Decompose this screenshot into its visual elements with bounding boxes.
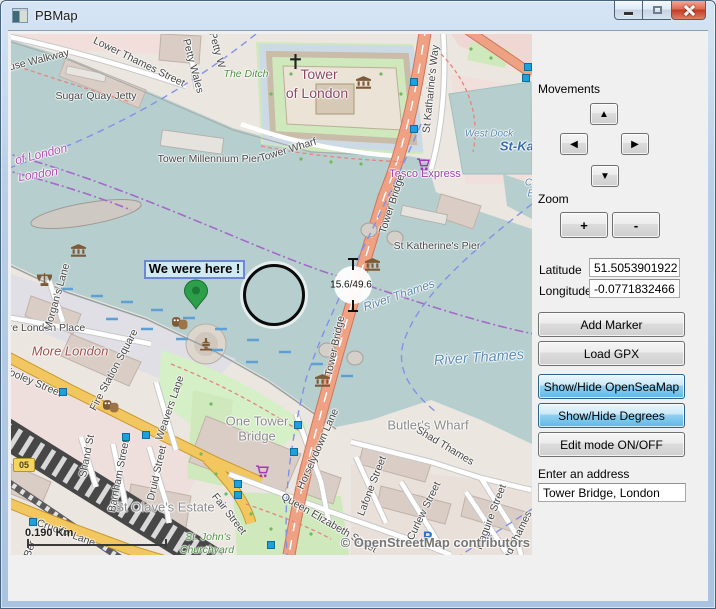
longitude-input[interactable]: -0.0771832466 xyxy=(589,279,680,298)
move-up-button[interactable]: ▲ xyxy=(590,103,618,125)
app-icon xyxy=(12,8,28,23)
edit-mode-button[interactable]: Edit mode ON/OFF xyxy=(538,432,685,457)
maximize-icon xyxy=(653,6,662,14)
minimize-icon xyxy=(624,12,633,15)
left-arrow-icon: ◀ xyxy=(570,139,578,150)
close-icon xyxy=(683,5,694,16)
zoom-out-button[interactable]: - xyxy=(612,212,660,238)
zoom-in-button[interactable]: + xyxy=(560,212,608,238)
down-arrow-icon: ▼ xyxy=(600,171,610,182)
load-gpx-button[interactable]: Load GPX xyxy=(538,341,685,366)
map-scale-label: 0.190 Km xyxy=(25,527,73,539)
client-area: use WalkwayLower Thames StreetPetty Wale… xyxy=(8,30,708,601)
control-panel: Movements ▲ ◀ ▶ ▼ Zoom + - Latitude 51.5… xyxy=(538,82,696,532)
edit-vertex-handle[interactable] xyxy=(59,388,67,396)
edit-vertex-handle[interactable] xyxy=(410,125,418,133)
movements-label: Movements xyxy=(538,82,600,96)
address-label: Enter an address xyxy=(538,467,629,481)
right-arrow-icon: ▶ xyxy=(631,139,639,150)
map-marker-label[interactable]: We were here ! xyxy=(144,260,245,279)
edit-circle-shape[interactable] xyxy=(243,264,305,326)
address-input[interactable]: Tower Bridge, London xyxy=(538,483,686,502)
app-window: PBMap xyxy=(0,0,716,609)
edit-vertex-handle[interactable] xyxy=(234,480,242,488)
latitude-input[interactable]: 51.5053901922 xyxy=(589,258,680,277)
zoom-label: Zoom xyxy=(538,192,569,206)
maximize-button[interactable] xyxy=(643,1,671,20)
window-title: PBMap xyxy=(35,8,78,23)
minimize-button[interactable] xyxy=(614,1,643,20)
edit-vertex-handle[interactable] xyxy=(267,541,275,549)
edit-vertex-handle[interactable] xyxy=(29,518,37,526)
edit-vertex-handle[interactable] xyxy=(294,421,302,429)
map-canvas[interactable]: use WalkwayLower Thames StreetPetty Wale… xyxy=(11,34,532,555)
move-right-button[interactable]: ▶ xyxy=(621,133,649,155)
toggle-degrees-button[interactable]: Show/Hide Degrees xyxy=(538,403,685,428)
edit-vertex-handle[interactable] xyxy=(122,433,130,441)
map-scale-tick-left xyxy=(27,539,29,548)
edit-vertex-handle[interactable] xyxy=(290,448,298,456)
close-button[interactable] xyxy=(671,1,706,20)
up-arrow-icon: ▲ xyxy=(599,109,609,120)
toggle-openseamap-button[interactable]: Show/Hide OpenSeaMap xyxy=(538,374,685,399)
edit-vertex-handle[interactable] xyxy=(522,74,530,82)
map-scale-tick-right xyxy=(165,539,167,548)
osm-attribution: © OpenStreetMap contributors xyxy=(341,535,530,550)
longitude-label: Longitude xyxy=(539,284,592,298)
titlebar[interactable]: PBMap xyxy=(1,1,715,30)
edit-vertex-handle[interactable] xyxy=(410,78,418,86)
edit-vertex-handle[interactable] xyxy=(142,431,150,439)
latitude-label: Latitude xyxy=(539,263,582,277)
route-shield: 05 xyxy=(13,458,35,472)
move-left-button[interactable]: ◀ xyxy=(560,133,588,155)
edit-vertex-handle[interactable] xyxy=(524,63,532,71)
map-scale-bar xyxy=(27,544,167,546)
move-down-button[interactable]: ▼ xyxy=(591,165,619,187)
edit-vertex-handle[interactable] xyxy=(234,491,242,499)
add-marker-button[interactable]: Add Marker xyxy=(538,312,685,337)
map-marker-pin[interactable] xyxy=(183,279,209,315)
